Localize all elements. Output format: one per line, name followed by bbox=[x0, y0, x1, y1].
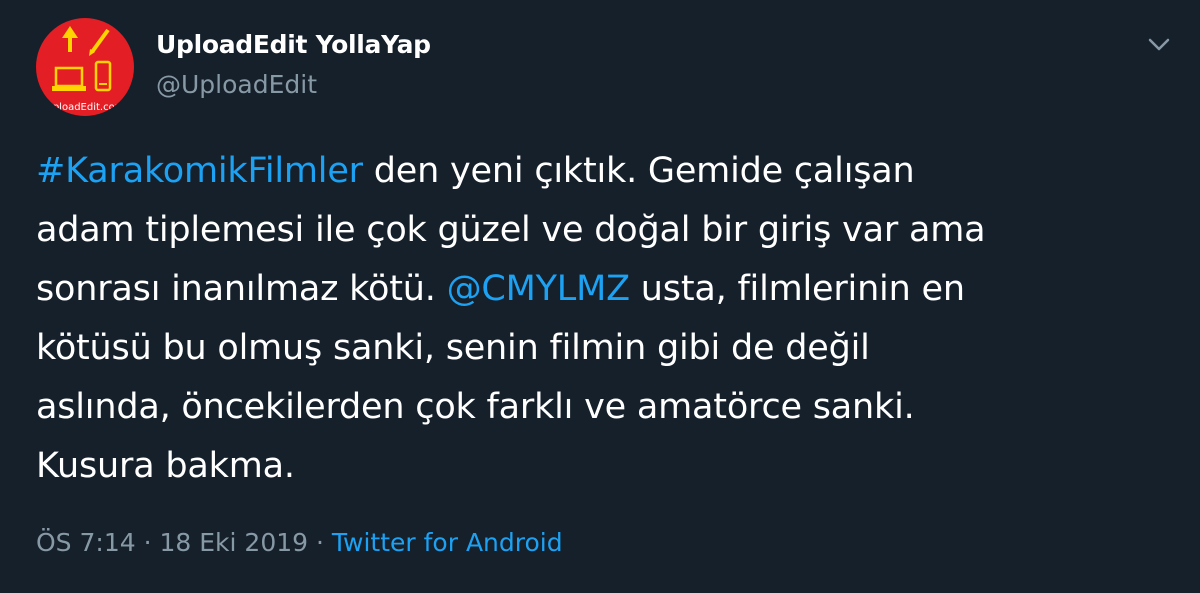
tweet-line-text: den yeni çıktık. Gemide çalışan bbox=[362, 151, 915, 191]
tweet-line: adam tiplemesi ile çok güzel ve doğal bi… bbox=[36, 210, 986, 250]
tweet-line: Kusura bakma. bbox=[36, 446, 295, 486]
tweet-time[interactable]: ÖS 7:14 bbox=[36, 528, 136, 557]
tweet-line: #KarakomikFilmler den yeni çıktık. Gemid… bbox=[36, 142, 1166, 201]
tweet-meta: ÖS 7:14 · 18 Eki 2019 · Twitter for Andr… bbox=[36, 528, 563, 557]
uploadedit-logo-icon: UploadEdit.com bbox=[46, 26, 125, 113]
tweet-source-link[interactable]: Twitter for Android bbox=[332, 528, 563, 557]
tweet-line: kötüsü bu olmuş sanki, senin filmin gibi… bbox=[36, 328, 870, 368]
tweet-line-text: sonrası inanılmaz kötü. bbox=[36, 269, 447, 309]
hashtag-link[interactable]: #KarakomikFilmler bbox=[36, 151, 363, 191]
avatar[interactable]: UploadEdit.com bbox=[36, 18, 134, 116]
tweet-line-text: usta, filmlerinin en bbox=[629, 269, 965, 309]
mention-link[interactable]: @CMYLMZ bbox=[447, 269, 630, 309]
meta-separator: · bbox=[308, 528, 332, 557]
svg-text:UploadEdit.com: UploadEdit.com bbox=[46, 102, 125, 113]
tweet-line: aslında, öncekilerden çok farklı ve amat… bbox=[36, 387, 915, 427]
tweet-line: sonrası inanılmaz kötü. @CMYLMZ usta, fi… bbox=[36, 260, 1166, 319]
tweet-date[interactable]: 18 Eki 2019 bbox=[159, 528, 308, 557]
user-handle[interactable]: @UploadEdit bbox=[156, 70, 317, 99]
display-name[interactable]: UploadEdit YollaYap bbox=[156, 30, 431, 59]
tweet-card: UploadEdit.com UploadEdit YollaYap @Uplo… bbox=[0, 0, 1200, 593]
meta-separator: · bbox=[135, 528, 160, 557]
chevron-down-icon[interactable] bbox=[1145, 32, 1173, 56]
tweet-text: #KarakomikFilmler den yeni çıktık. Gemid… bbox=[36, 142, 1166, 496]
